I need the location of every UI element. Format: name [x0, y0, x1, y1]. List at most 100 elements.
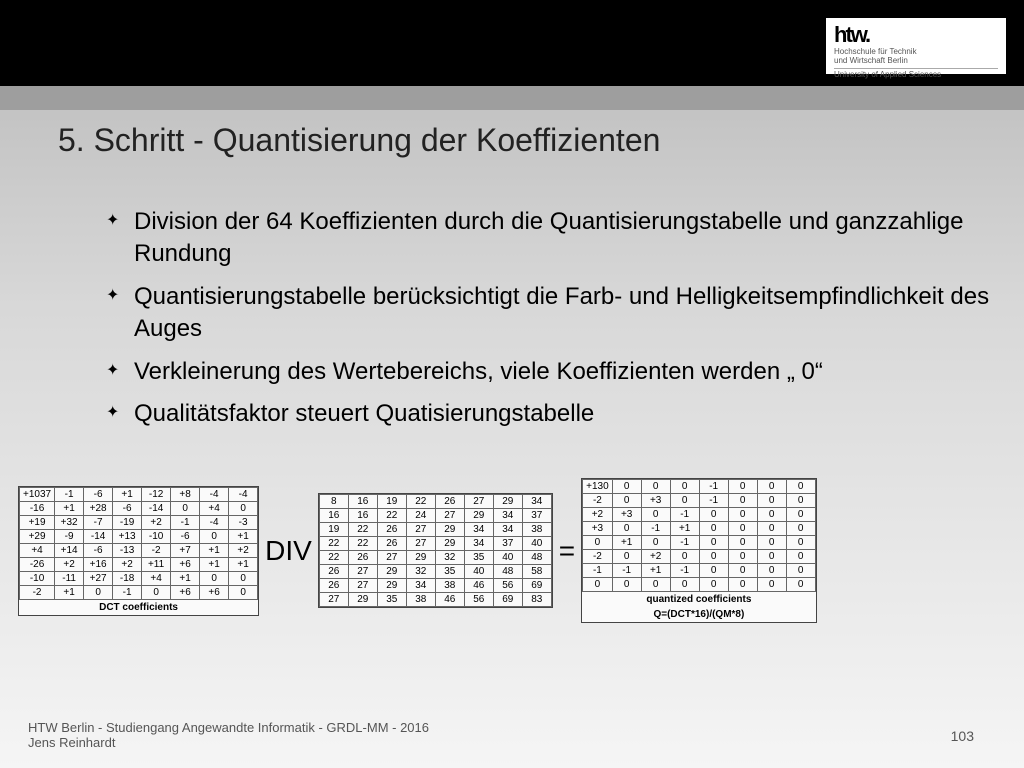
logo-mark: htw.: [834, 22, 869, 48]
matrix-cell: 0: [786, 508, 815, 522]
matrix-cell: +1: [55, 501, 84, 515]
matrix-cell: +4: [200, 501, 229, 515]
matrix-cell: 37: [493, 537, 522, 551]
div-operator: DIV: [263, 535, 314, 567]
matrix-cell: 29: [377, 579, 406, 593]
quant-table-matrix: 8161922262729341616222427293437192226272…: [318, 493, 553, 608]
matrix-cell: 0: [786, 480, 815, 494]
matrix-cell: 0: [612, 550, 641, 564]
matrix-cell: 35: [435, 565, 464, 579]
matrix-cell: 0: [641, 536, 670, 550]
equals-operator: =: [557, 535, 577, 567]
matrix-cell: 27: [406, 537, 435, 551]
matrix-cell: 19: [377, 495, 406, 509]
matrix-cell: 16: [319, 509, 348, 523]
matrix-cell: +6: [200, 585, 229, 599]
matrix-cell: 29: [435, 523, 464, 537]
matrix-cell: 26: [377, 523, 406, 537]
matrix-cell: 29: [406, 551, 435, 565]
matrix-cell: 0: [757, 480, 786, 494]
matrix-cell: 0: [229, 585, 258, 599]
matrix-cell: 22: [348, 537, 377, 551]
matrix-cell: 22: [348, 523, 377, 537]
matrix-cell: 0: [670, 494, 699, 508]
matrix-cell: -4: [200, 515, 229, 529]
matrix-cell: -1: [699, 480, 728, 494]
matrix-cell: 69: [493, 593, 522, 607]
matrix-cell: -18: [113, 571, 142, 585]
matrix-cell: -6: [113, 501, 142, 515]
matrix-cell: +14: [55, 543, 84, 557]
matrix-cell: -1: [670, 536, 699, 550]
matrix-cell: 26: [319, 579, 348, 593]
matrix-cell: 8: [319, 495, 348, 509]
matrix-cell: 34: [464, 523, 493, 537]
matrix-cell: 0: [757, 508, 786, 522]
matrix-cell: 27: [406, 523, 435, 537]
matrix-cell: -26: [20, 557, 55, 571]
matrix-cell: -12: [142, 487, 171, 501]
matrix-cell: +1: [200, 543, 229, 557]
matrix-cell: 58: [522, 565, 551, 579]
matrix-cell: -1: [55, 487, 84, 501]
matrix-cell: 0: [583, 578, 613, 592]
matrix-cell: 34: [493, 509, 522, 523]
matrix-cell: 29: [348, 593, 377, 607]
matrix-cell: +8: [171, 487, 200, 501]
matrix-cell: +2: [583, 508, 613, 522]
matrix-cell: +3: [583, 522, 613, 536]
matrix-cell: 27: [319, 593, 348, 607]
matrix-cell: 32: [406, 565, 435, 579]
matrix-cell: 83: [522, 593, 551, 607]
matrix-cell: 37: [522, 509, 551, 523]
matrix-cell: 0: [670, 550, 699, 564]
matrix-cell: 40: [464, 565, 493, 579]
matrix-cell: 27: [435, 509, 464, 523]
matrix-cell: 0: [728, 578, 757, 592]
dct-matrix: +1037-1-6+1-12+8-4-4-16+1+28-6-140+40+19…: [18, 486, 259, 616]
matrix-cell: 0: [728, 550, 757, 564]
matrix-cell: -2: [583, 494, 613, 508]
matrix-cell: -1: [670, 564, 699, 578]
matrix-cell: -1: [583, 564, 613, 578]
matrix-cell: +13: [113, 529, 142, 543]
matrix-cell: 0: [641, 578, 670, 592]
matrix-cell: 0: [728, 494, 757, 508]
matrix-cell: +2: [641, 550, 670, 564]
matrix-cell: 29: [435, 537, 464, 551]
matrix-cell: 0: [728, 522, 757, 536]
matrix-cell: -14: [84, 529, 113, 543]
matrix-cell: 38: [406, 593, 435, 607]
matrix-cell: -1: [670, 508, 699, 522]
matrix-cell: -1: [171, 515, 200, 529]
logo-line3: University of Applied Sciences: [834, 71, 941, 80]
matrix-cell: 0: [786, 494, 815, 508]
matrix-cell: 27: [348, 579, 377, 593]
matrix-cell: +11: [142, 557, 171, 571]
matrix-cell: 35: [377, 593, 406, 607]
matrix-cell: 0: [699, 522, 728, 536]
matrix-cell: +1: [229, 529, 258, 543]
matrix-cell: 0: [612, 522, 641, 536]
matrix-cell: +6: [171, 557, 200, 571]
matrix-cell: 0: [200, 571, 229, 585]
matrix-cell: -6: [84, 487, 113, 501]
logo-line2: und Wirtschaft Berlin: [834, 57, 908, 66]
footer: HTW Berlin - Studiengang Angewandte Info…: [28, 720, 429, 750]
matrix-cell: 16: [348, 495, 377, 509]
matrix-cell: 32: [435, 551, 464, 565]
page-number: 103: [951, 728, 974, 744]
matrix-cell: -13: [113, 543, 142, 557]
matrix-cell: 56: [464, 593, 493, 607]
matrix-cell: 48: [493, 565, 522, 579]
bullet-item: Qualitätsfaktor steuert Quatisierungstab…: [106, 398, 1006, 430]
matrix-cell: +7: [171, 543, 200, 557]
matrix-cell: 0: [728, 536, 757, 550]
quantized-caption: quantized coefficients: [582, 592, 816, 607]
matrix-cell: 48: [522, 551, 551, 565]
matrix-cell: 0: [786, 578, 815, 592]
matrix-cell: +1: [229, 557, 258, 571]
figure-row: +1037-1-6+1-12+8-4-4-16+1+28-6-140+40+19…: [18, 478, 1008, 623]
matrix-cell: 0: [142, 585, 171, 599]
matrix-cell: 22: [319, 537, 348, 551]
